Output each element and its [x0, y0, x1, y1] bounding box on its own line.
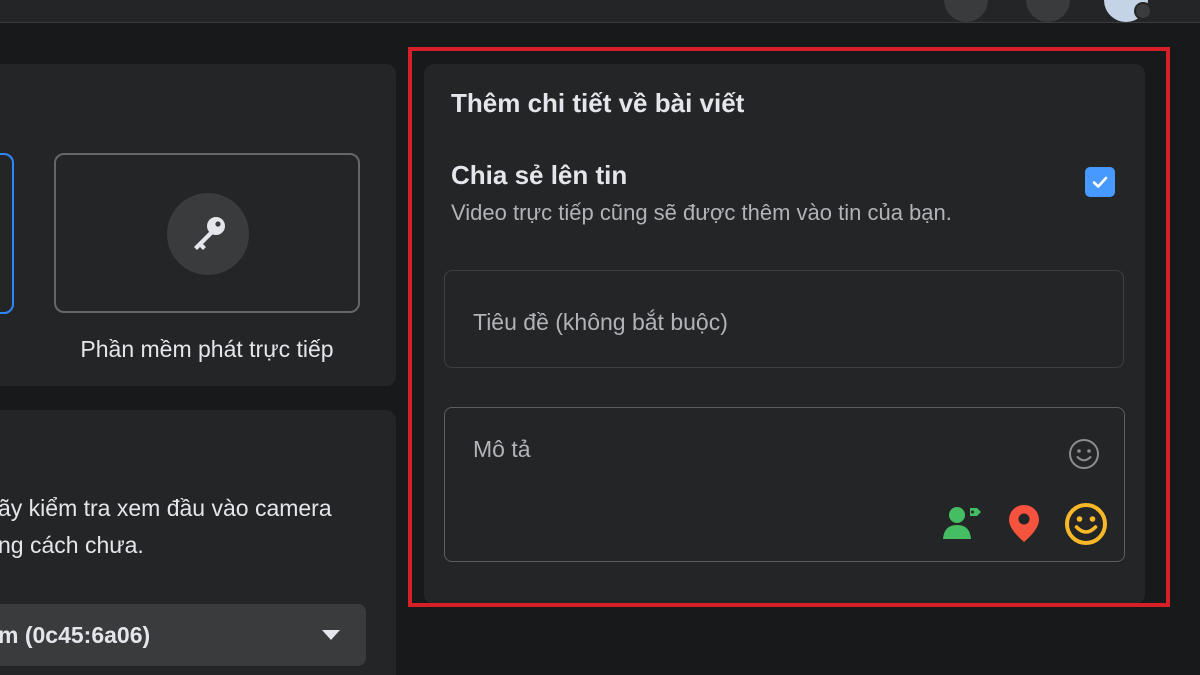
key-icon-circle — [167, 193, 249, 275]
top-header — [0, 0, 1200, 23]
header-notifications-button[interactable] — [1026, 0, 1070, 22]
key-icon — [194, 217, 225, 250]
streaming-software-label: Phần mềm phát trực tiếp — [80, 336, 334, 362]
camera-select-value: m (0c45:6a06) — [0, 622, 151, 648]
streaming-software-option[interactable] — [54, 153, 360, 313]
account-menu-badge[interactable] — [1134, 2, 1152, 20]
highlight-box — [408, 47, 1170, 607]
camera-check-text-line1: ãy kiểm tra xem đầu vào camera — [0, 495, 332, 521]
avatar[interactable] — [1104, 0, 1152, 22]
camera-check-text-line2: ng cách chưa. — [0, 532, 144, 558]
video-source-option-selected[interactable] — [0, 153, 14, 314]
camera-check-text: ãy kiểm tra xem đầu vào camera ng cách c… — [0, 490, 378, 564]
live-video-setup-screen: Phần mềm phát trực tiếp ãy kiểm tra xem … — [0, 0, 1200, 675]
camera-select[interactable]: m (0c45:6a06) — [0, 604, 366, 666]
chevron-down-icon — [322, 630, 340, 640]
header-menu-button[interactable] — [944, 0, 988, 22]
